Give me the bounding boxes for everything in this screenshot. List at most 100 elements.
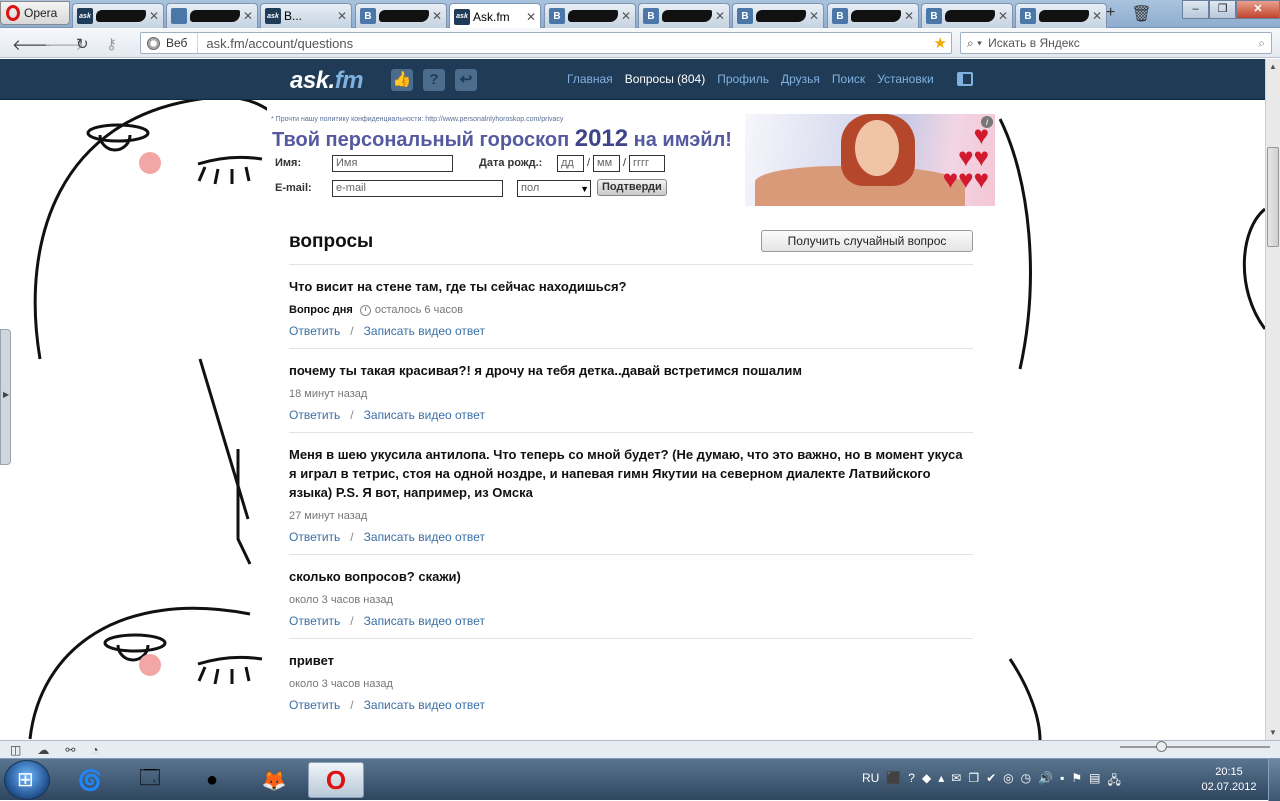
- browser-tab[interactable]: B ✕: [827, 3, 919, 28]
- search-icon[interactable]: ⌕: [1258, 36, 1265, 51]
- search-engine-icon[interactable]: ⌕ ▾: [967, 36, 982, 51]
- nav-settings[interactable]: Установки: [877, 72, 933, 86]
- tab-close-icon[interactable]: ✕: [715, 9, 725, 23]
- tray-app-icon[interactable]: ✉: [951, 771, 961, 792]
- window-close-button[interactable]: ✕: [1236, 0, 1280, 19]
- nav-home[interactable]: Главная: [567, 72, 613, 86]
- thumbs-up-icon[interactable]: 👍: [391, 69, 413, 91]
- taskbar-opera-icon[interactable]: O: [308, 762, 364, 798]
- tray-expand-icon[interactable]: ▴: [938, 771, 944, 792]
- ad-privacy-note[interactable]: * Прочти нашу политику конфиденциальност…: [271, 116, 563, 123]
- taskbar-explorer-icon[interactable]: 🗔: [122, 762, 178, 798]
- tray-app-icon[interactable]: ▤: [1089, 771, 1100, 792]
- tab-close-icon[interactable]: ✕: [149, 9, 159, 23]
- reply-link[interactable]: Ответить: [289, 408, 340, 422]
- scroll-up-icon[interactable]: ▲: [1266, 59, 1280, 74]
- tray-app-icon[interactable]: ✔: [986, 771, 996, 792]
- bookmark-star-icon[interactable]: ★: [934, 34, 951, 52]
- taskbar-app-icon[interactable]: ●: [184, 762, 240, 798]
- tab-close-icon[interactable]: ✕: [526, 10, 536, 24]
- sidepanel-toggle[interactable]: ▶: [0, 329, 11, 465]
- ad-email-input[interactable]: e-mail: [332, 180, 503, 197]
- nav-friends[interactable]: Друзья: [781, 72, 820, 86]
- random-question-button[interactable]: Получить случайный вопрос: [761, 230, 973, 252]
- tab-close-icon[interactable]: ✕: [243, 9, 253, 23]
- network-icon[interactable]: 🖧: [1107, 771, 1120, 792]
- ad-info-icon[interactable]: i: [981, 116, 993, 128]
- video-reply-link[interactable]: Записать видео ответ: [364, 614, 485, 628]
- ad-photo[interactable]: ♥ ♥♥ ♥♥♥ i: [745, 114, 995, 206]
- tray-app-icon[interactable]: ▪: [1060, 771, 1064, 792]
- tray-app-icon[interactable]: ◷: [1021, 771, 1031, 792]
- browser-tab[interactable]: B ✕: [921, 3, 1013, 28]
- tab-close-icon[interactable]: ✕: [998, 9, 1008, 23]
- search-field[interactable]: ⌕ ▾ Искать в Яндекс ⌕: [960, 32, 1272, 54]
- site-logo[interactable]: ask.fm: [290, 67, 364, 95]
- maximize-button[interactable]: ❐: [1209, 0, 1236, 19]
- vertical-scrollbar[interactable]: ▲ ▼: [1265, 59, 1280, 740]
- zoom-slider[interactable]: [1120, 741, 1270, 752]
- ad-submit-button[interactable]: Подтверди: [597, 179, 667, 196]
- scrollbar-thumb[interactable]: [1267, 147, 1279, 247]
- taskbar-firefox-icon[interactable]: 🦊: [246, 762, 302, 798]
- reply-link[interactable]: Ответить: [289, 614, 340, 628]
- taskbar-app-icon[interactable]: 🌀: [62, 762, 118, 798]
- reply-link[interactable]: Ответить: [289, 530, 340, 544]
- browser-tab[interactable]: ask ✕: [72, 3, 164, 28]
- browser-tab[interactable]: B ✕: [544, 3, 636, 28]
- reply-arrow-icon[interactable]: ↩: [455, 69, 477, 91]
- video-reply-link[interactable]: Записать видео ответ: [364, 408, 485, 422]
- logout-icon[interactable]: [957, 72, 973, 86]
- tab-close-icon[interactable]: ✕: [904, 9, 914, 23]
- browser-tab[interactable]: B ✕: [638, 3, 730, 28]
- reload-icon[interactable]: ↻: [76, 35, 89, 53]
- nav-questions[interactable]: Вопросы (804): [625, 72, 706, 86]
- video-reply-link[interactable]: Записать видео ответ: [364, 698, 485, 712]
- opera-link-icon[interactable]: ⚯: [65, 743, 75, 757]
- new-tab-icon[interactable]: +: [1106, 4, 1115, 24]
- panel-toggle-icon[interactable]: ◫: [10, 743, 21, 757]
- nav-search[interactable]: Поиск: [832, 72, 865, 86]
- ad-name-input[interactable]: Имя: [332, 155, 453, 172]
- tab-close-icon[interactable]: ✕: [1092, 9, 1102, 23]
- zoom-slider-knob[interactable]: [1156, 741, 1167, 752]
- ad-year-input[interactable]: гггг: [629, 155, 665, 172]
- browser-tab[interactable]: B ✕: [1015, 3, 1107, 28]
- minimize-button[interactable]: –: [1182, 0, 1209, 19]
- turbo-icon[interactable]: ◔: [91, 743, 98, 757]
- browser-tab[interactable]: ask Ask.fm ✕: [449, 3, 541, 29]
- browser-tab[interactable]: ask В... ✕: [260, 3, 352, 28]
- opera-unite-icon[interactable]: ☁: [37, 743, 49, 757]
- ad-day-input[interactable]: дд: [557, 155, 584, 172]
- ad-month-input[interactable]: мм: [593, 155, 620, 172]
- tab-close-icon[interactable]: ✕: [337, 9, 347, 23]
- scroll-down-icon[interactable]: ▼: [1266, 725, 1280, 740]
- horoscope-ad-banner[interactable]: * Прочти нашу политику конфиденциальност…: [267, 114, 995, 206]
- ad-gender-select[interactable]: пол ▼: [517, 180, 591, 197]
- reply-link[interactable]: Ответить: [289, 698, 340, 712]
- trash-icon[interactable]: 🗑: [1131, 4, 1151, 24]
- video-reply-link[interactable]: Записать видео ответ: [364, 530, 485, 544]
- tray-app-icon[interactable]: ❐: [968, 771, 979, 792]
- tray-app-icon[interactable]: ◆: [922, 771, 931, 792]
- action-center-flag-icon[interactable]: ⚑: [1071, 771, 1082, 792]
- language-indicator[interactable]: RU: [862, 771, 879, 792]
- address-bar[interactable]: Веб ask.fm/account/questions ★: [140, 32, 952, 54]
- key-icon[interactable]: ⚷: [106, 35, 117, 53]
- start-button[interactable]: [4, 760, 50, 800]
- volume-icon[interactable]: 🔊: [1038, 771, 1053, 792]
- video-reply-link[interactable]: Записать видео ответ: [364, 324, 485, 338]
- browser-tab[interactable]: B ✕: [732, 3, 824, 28]
- question-icon[interactable]: ?: [423, 69, 445, 91]
- tab-close-icon[interactable]: ✕: [432, 9, 442, 23]
- tray-app-icon[interactable]: ◎: [1003, 771, 1013, 792]
- reply-link[interactable]: Ответить: [289, 324, 340, 338]
- url-text[interactable]: ask.fm/account/questions: [198, 36, 933, 51]
- nav-profile[interactable]: Профиль: [717, 72, 769, 86]
- show-desktop-button[interactable]: [1268, 759, 1280, 801]
- browser-tab[interactable]: ✕: [166, 3, 258, 28]
- tray-app-icon[interactable]: ⬛: [886, 771, 901, 792]
- help-icon[interactable]: ?: [908, 771, 915, 792]
- taskbar-clock[interactable]: 20:15 02.07.2012: [1196, 765, 1262, 795]
- opera-menu-button[interactable]: Opera: [0, 1, 70, 25]
